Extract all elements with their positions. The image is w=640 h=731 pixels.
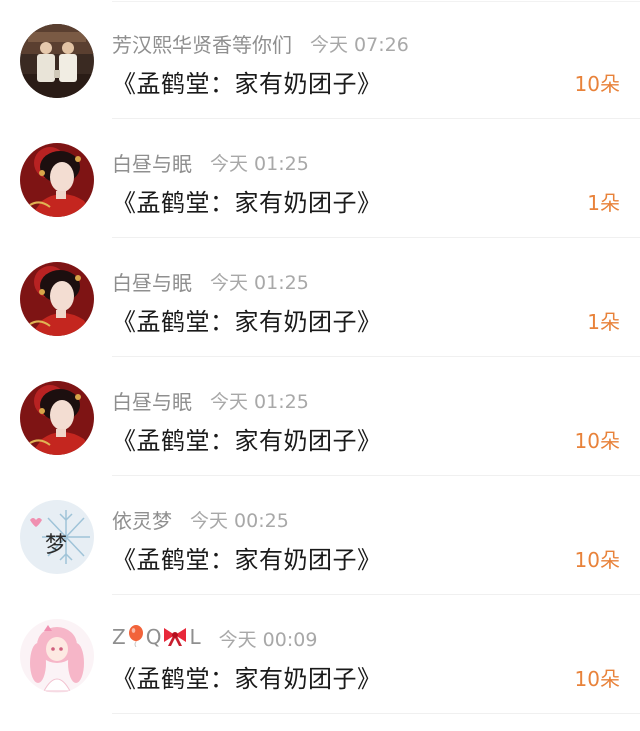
illustrated-woman-red-dress-avatar [20, 381, 94, 455]
snowflake-meng-character-avatar: 梦 [20, 500, 94, 574]
avatar[interactable] [20, 262, 94, 336]
avatar[interactable] [20, 24, 94, 98]
work-title[interactable]: 《孟鹤堂：家有奶团子》 [112, 659, 382, 694]
avatar[interactable] [20, 381, 94, 455]
illustrated-woman-red-dress-avatar [20, 262, 94, 336]
list-item[interactable]: 白昼与眠 今天 01:25 《孟鹤堂：家有奶团子》 1朵 [0, 238, 640, 357]
sender-name[interactable]: 芳汉熙华贤香等你们 [112, 29, 292, 58]
flower-count: 1朵 [587, 310, 620, 334]
item-meta: 依灵梦 今天 00:25 [112, 505, 289, 534]
sender-name[interactable]: 白昼与眠 [112, 267, 192, 296]
work-title[interactable]: 《孟鹤堂：家有奶团子》 [112, 302, 382, 337]
avatar[interactable] [20, 619, 94, 693]
gift-record-list: 芳汉熙华贤香等你们 今天 07:26 《孟鹤堂：家有奶团子》 10朵 白昼与眠 … [0, 0, 640, 714]
balloon-icon [127, 624, 145, 652]
sender-name[interactable]: ZQ L [112, 624, 201, 652]
timestamp: 今天 00:09 [218, 628, 318, 651]
flower-count: 10朵 [574, 667, 620, 691]
work-title[interactable]: 《孟鹤堂：家有奶团子》 [112, 421, 382, 456]
list-item[interactable]: ZQ L 今天 00:09 《孟鹤堂：家有奶团子》 10朵 [0, 595, 640, 714]
timestamp: 今天 07:26 [310, 33, 409, 56]
flower-count: 10朵 [574, 548, 620, 572]
row-divider [112, 713, 640, 714]
work-title[interactable]: 《孟鹤堂：家有奶团子》 [112, 64, 382, 99]
list-item[interactable]: 梦 依灵梦 今天 00:25 《孟鹤堂：家有奶团子》 10朵 [0, 476, 640, 595]
work-title[interactable]: 《孟鹤堂：家有奶团子》 [112, 540, 382, 575]
illustrated-woman-red-dress-avatar [20, 143, 94, 217]
name-part: L [189, 624, 201, 649]
timestamp: 今天 01:25 [210, 390, 309, 413]
photo-two-men-on-stage-avatar [20, 24, 94, 98]
work-title[interactable]: 《孟鹤堂：家有奶团子》 [112, 183, 382, 218]
list-item[interactable]: 白昼与眠 今天 01:25 《孟鹤堂：家有奶团子》 1朵 [0, 119, 640, 238]
pink-anime-girl-avatar [20, 619, 94, 693]
timestamp: 今天 00:25 [190, 509, 289, 532]
flower-count: 10朵 [574, 429, 620, 453]
list-item[interactable]: 白昼与眠 今天 01:25 《孟鹤堂：家有奶团子》 10朵 [0, 357, 640, 476]
timestamp: 今天 01:25 [210, 271, 309, 294]
timestamp: 今天 01:25 [210, 152, 309, 175]
sender-name[interactable]: 白昼与眠 [112, 148, 192, 177]
sender-name[interactable]: 依灵梦 [112, 505, 172, 534]
ribbon-bow-icon [162, 625, 188, 652]
name-part: Q [145, 624, 162, 649]
list-item[interactable]: 芳汉熙华贤香等你们 今天 07:26 《孟鹤堂：家有奶团子》 10朵 [0, 0, 640, 119]
flower-count: 10朵 [574, 72, 620, 96]
name-part: Z [112, 624, 126, 649]
item-meta: 白昼与眠 今天 01:25 [112, 148, 309, 177]
item-meta: 白昼与眠 今天 01:25 [112, 267, 309, 296]
item-meta: 芳汉熙华贤香等你们 今天 07:26 [112, 29, 409, 58]
avatar[interactable] [20, 143, 94, 217]
sender-name[interactable]: 白昼与眠 [112, 386, 192, 415]
flower-count: 1朵 [587, 191, 620, 215]
item-meta: 白昼与眠 今天 01:25 [112, 386, 309, 415]
item-meta: ZQ L 今天 00:09 [112, 624, 318, 652]
avatar[interactable]: 梦 [20, 500, 94, 574]
avatar-character: 梦 [45, 533, 67, 558]
